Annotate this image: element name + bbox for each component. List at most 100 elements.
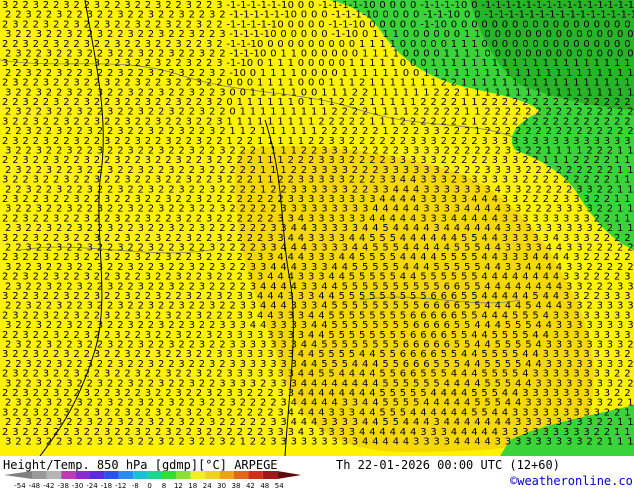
grid-value: 3 [36,437,42,448]
grid-value: 2 [178,437,184,448]
grid-value: 3 [566,437,572,448]
grid-value: 3 [66,437,72,448]
scale-swatch [262,471,278,479]
grid-value: 1 [607,437,613,448]
grid-value: 3 [546,437,552,448]
scale-label: -30 [72,482,83,490]
scale-label: 12 [174,482,183,490]
scale-label: 8 [162,482,166,490]
grid-value: 2 [260,437,266,448]
grid-value: 2 [117,437,123,448]
grid-value: 4 [484,437,490,448]
scale-swatch [118,471,134,479]
grid-value: 2 [15,437,21,448]
grid-value: 2 [199,437,205,448]
grid-value: 3 [576,437,582,448]
color-scale: -54 -48 -42 -38 -30 -24 -18 -12 -8 0 8 12 18 24 30 38 42… [4,471,300,490]
grid-value: 3 [97,437,103,448]
grid-value: 2 [250,437,256,448]
weather-map-view: 3 2 2 3 2 2 3 2 2 3 2 2 3 2 2 3 2 2 3 2 2 3 -1 -1 -1 -1 -1 -1 0 0 0 -1-… [0,0,634,490]
scale-swatch [234,471,249,479]
scale-swatch [277,471,300,479]
valid-time: Th 22-01-2026 00:00 UTC (12+60) [336,458,560,472]
grid-value: 1 [617,437,623,448]
grid-value: 3 [331,437,337,448]
grid-value: 4 [382,437,388,448]
grid-value: 3 [158,437,164,448]
grid-value: 3 [352,437,358,448]
grid-value: 3 [444,437,450,448]
scale-swatch [104,471,119,479]
grid-value: 3 [301,437,307,448]
grid-value: 3 [311,437,317,448]
grid-value: 2 [25,437,31,448]
grid-value: 3 [525,437,531,448]
scale-swatch [133,471,148,479]
grid-value: 4 [403,437,409,448]
grid-value: 2 [76,437,82,448]
scale-label: -48 [29,482,40,490]
scale-swatch [61,471,76,479]
grid-value: 2 [586,437,592,448]
scale-swatch [46,471,62,479]
grid-value: 3 [433,437,439,448]
grid-value: 4 [372,437,378,448]
grid-value: 2 [168,437,174,448]
scale-label: -24 [86,482,98,490]
grid-value: 2 [229,437,235,448]
grid-value: 3 [321,437,327,448]
scale-label: -18 [101,482,112,490]
scale-label: 0 [147,482,151,490]
scale-label: 38 [232,482,241,490]
scale-label: -8 [132,482,139,490]
grid-value: 2 [46,437,52,448]
grid-value: 2 [107,437,113,448]
scale-label: 24 [203,482,212,490]
grid-value: 3 [219,437,225,448]
credit-link[interactable]: ©weatheronline.co.uk [510,474,634,488]
grid-value: 4 [393,437,399,448]
scale-swatch [4,471,33,479]
grid-value: 4 [362,437,368,448]
grid-value: 1 [627,437,633,448]
grid-value: 2 [87,437,93,448]
grid-value: 3 [5,437,11,448]
grid-value: 3 [535,437,541,448]
grid-value: 3 [515,437,521,448]
map-title: Height/Temp. 850 hPa [gdmp][°C] ARPEGE [3,458,278,472]
grid-value: 1 [240,437,246,448]
grid-value: 3 [127,437,133,448]
grid-value: 2 [56,437,62,448]
grid-value: 2 [209,437,215,448]
grid-value: 4 [454,437,460,448]
scale-swatch [75,471,90,479]
grid-value: 3 [423,437,429,448]
grid-value: 3 [291,437,297,448]
scale-swatch [147,471,162,479]
grid-value: 4 [464,437,470,448]
scale-swatch [190,471,206,479]
scale-label: 54 [275,482,284,490]
grid-value: 3 [189,437,195,448]
scale-label: -12 [115,482,126,490]
scale-label: 18 [188,482,197,490]
scale-label: 30 [217,482,226,490]
grid-value: 4 [474,437,480,448]
grid-value: 3 [413,437,419,448]
grid-value: 2 [138,437,144,448]
scale-swatch [205,471,220,479]
color-scale-bars [4,471,300,479]
grid-value: 3 [556,437,562,448]
grid-value: 2 [148,437,154,448]
scale-swatch [219,471,234,479]
scale-swatch [162,471,177,479]
grid-value: 2 [597,437,603,448]
color-scale-labels: -54 -48 -42 -38 -30 -24 -18 -12 -8 0 8 12 18 24 30 38 42… [14,482,284,490]
scale-label: -42 [43,482,54,490]
scale-label: -38 [57,482,68,490]
grid-value: 3 [342,437,348,448]
scale-swatch [90,471,105,479]
scale-label: 48 [260,482,269,490]
scale-label: 42 [246,482,255,490]
scale-label: -54 [14,482,26,490]
